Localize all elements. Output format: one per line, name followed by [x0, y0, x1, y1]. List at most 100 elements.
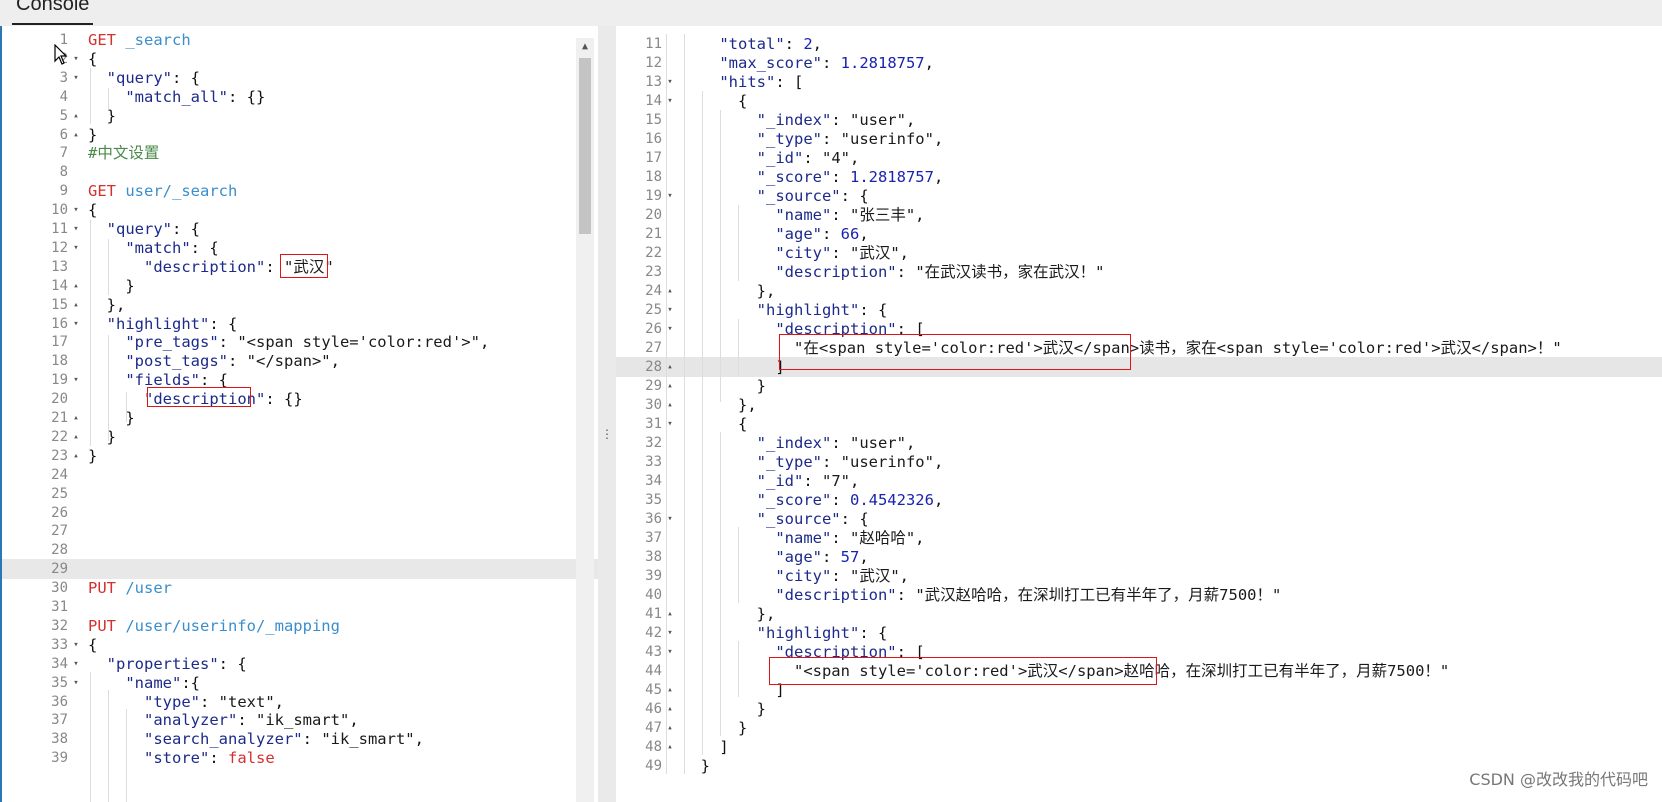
code-line[interactable]: 22 "city": "武汉",	[616, 243, 1662, 263]
code-line[interactable]: 8	[2, 162, 598, 182]
code-line[interactable]: 39 "store": false	[2, 748, 598, 768]
fold-open-icon[interactable]: ▾	[70, 370, 82, 390]
code-token: "_score"	[756, 168, 832, 186]
fold-close-icon[interactable]: ▴	[70, 106, 82, 126]
code-line[interactable]: 3 ▾ "query": {	[2, 68, 598, 88]
code-line[interactable]: 35 ▾ "name":{	[2, 673, 598, 693]
fold-open-icon[interactable]: ▾	[70, 654, 82, 674]
code-line[interactable]: 18 "_score": 1.2818757,	[616, 167, 1662, 187]
code-line[interactable]: 2 ▾{	[2, 49, 598, 69]
code-line[interactable]: 30 ▴ },	[616, 395, 1662, 415]
code-line[interactable]: 31	[2, 597, 598, 617]
fold-open-icon[interactable]: ▾	[70, 673, 82, 693]
code-line[interactable]: 4 "match_all": {}	[2, 87, 598, 107]
code-line[interactable]: 28 ▴ ]	[616, 357, 1662, 377]
fold-open-icon[interactable]: ▾	[70, 314, 82, 334]
code-line[interactable]: 19 ▾ "_source": {	[616, 186, 1662, 206]
code-line[interactable]: 32 PUT /user/userinfo/_mapping	[2, 616, 598, 636]
code-line[interactable]: 24 ▴ },	[616, 281, 1662, 301]
code-line[interactable]: 30 PUT /user	[2, 578, 598, 598]
code-line[interactable]: 40 "description": "武汉赵哈哈，在深圳打工已有半年了，月薪75…	[616, 585, 1662, 605]
code-line[interactable]: 39 "city": "武汉",	[616, 566, 1662, 586]
code-line[interactable]: 26	[2, 503, 598, 523]
request-editor-scrollbar[interactable]: ▲	[576, 38, 594, 802]
drag-handle-icon[interactable]: ⋮	[598, 424, 616, 444]
code-line[interactable]: 12 "max_score": 1.2818757,	[616, 53, 1662, 73]
code-text: PUT /user	[88, 578, 172, 598]
code-line[interactable]: 11 ▾ "query": {	[2, 219, 598, 239]
fold-open-icon[interactable]: ▾	[70, 68, 82, 88]
code-line[interactable]: 42 ▾ "highlight": {	[616, 623, 1662, 643]
code-line[interactable]: 14 ▾ {	[616, 91, 1662, 111]
code-line[interactable]: 6 ▴}	[2, 125, 598, 145]
code-line[interactable]: 13 ▾ "hits": [	[616, 72, 1662, 92]
code-line[interactable]: 21 ▴ }	[2, 408, 598, 428]
code-line[interactable]: 19 ▾ "fields": {	[2, 370, 598, 390]
code-line[interactable]: 17 "pre_tags": "<span style='color:red'>…	[2, 332, 598, 352]
code-line[interactable]: 47 ▴ }	[616, 718, 1662, 738]
code-line[interactable]: 25 ▾ "highlight": {	[616, 300, 1662, 320]
code-line[interactable]: 37 "name": "赵哈哈",	[616, 528, 1662, 548]
code-line[interactable]: 7 #中文设置	[2, 143, 598, 163]
code-line[interactable]: 10 ▾ {	[2, 200, 598, 220]
fold-close-icon[interactable]: ▴	[70, 427, 82, 447]
code-line[interactable]: 14 ▴ }	[2, 276, 598, 296]
code-line[interactable]: 18 "post_tags": "</span>",	[2, 351, 598, 371]
code-line[interactable]: 28	[2, 540, 598, 560]
code-line[interactable]: 37 "analyzer": "ik_smart",	[2, 710, 598, 730]
fold-close-icon[interactable]: ▴	[70, 276, 82, 296]
code-line[interactable]: 23 "description": "在武汉读书，家在武汉！"	[616, 262, 1662, 282]
fold-close-icon[interactable]: ▴	[70, 125, 82, 145]
fold-close-icon[interactable]: ▴	[70, 295, 82, 315]
code-line[interactable]: 34 ▾ "properties": {	[2, 654, 598, 674]
code-line[interactable]: 16 ▾ "highlight": {	[2, 314, 598, 334]
code-line[interactable]: 38 "age": 57,	[616, 547, 1662, 567]
fold-close-icon[interactable]: ▴	[70, 408, 82, 428]
fold-open-icon[interactable]: ▾	[70, 49, 82, 69]
scroll-up-arrow-icon[interactable]: ▲	[576, 38, 594, 56]
fold-open-icon[interactable]: ▾	[70, 635, 82, 655]
code-line[interactable]: 9 GET user/_search	[2, 181, 598, 201]
code-line[interactable]: 25	[2, 484, 598, 504]
code-line[interactable]: 46 ▴ }	[616, 699, 1662, 719]
code-line[interactable]: 36 ▾ "_source": {	[616, 509, 1662, 529]
line-number: 25	[51, 485, 68, 502]
code-line[interactable]: 15 ▴ },	[2, 295, 598, 315]
code-line[interactable]: 27 "在<span style='color:red'>武汉</span>读书…	[616, 338, 1662, 358]
code-line[interactable]: 22 ▴ }	[2, 427, 598, 447]
code-line[interactable]: 48 ▴ ]	[616, 737, 1662, 757]
scroll-thumb[interactable]	[579, 58, 591, 234]
code-line[interactable]: 15 "_index": "user",	[616, 110, 1662, 130]
code-line[interactable]: 24	[2, 465, 598, 485]
code-line[interactable]: 38 "search_analyzer": "ik_smart",	[2, 729, 598, 749]
fold-open-icon[interactable]: ▾	[70, 200, 82, 220]
code-line[interactable]: 16 "_type": "userinfo",	[616, 129, 1662, 149]
request-editor[interactable]: 1 GET _search 2 ▾{3 ▾ "query": {4 "match_all…	[2, 26, 598, 802]
code-line[interactable]: 33 "_type": "userinfo",	[616, 452, 1662, 472]
code-line[interactable]: 27	[2, 521, 598, 541]
code-line[interactable]: 1 GET _search	[2, 30, 598, 50]
code-line[interactable]: 29 ▴ }	[616, 376, 1662, 396]
code-line[interactable]: 20 "description": {}	[2, 389, 598, 409]
code-line[interactable]: 29	[2, 559, 598, 580]
code-line[interactable]: 32 "_index": "user",	[616, 433, 1662, 453]
code-line[interactable]: 33 ▾ {	[2, 635, 598, 655]
code-line[interactable]: 17 "_id": "4",	[616, 148, 1662, 168]
code-line[interactable]: 36 "type": "text",	[2, 692, 598, 712]
code-line[interactable]: 11 "total": 2,	[616, 34, 1662, 54]
code-line[interactable]: 21 "age": 66,	[616, 224, 1662, 244]
panel-divider[interactable]: ⋮	[598, 26, 616, 802]
code-line[interactable]: 34 "_id": "7",	[616, 471, 1662, 491]
code-line[interactable]: 20 "name": "张三丰",	[616, 205, 1662, 225]
code-line[interactable]: 23 ▴}	[2, 446, 598, 466]
fold-open-icon[interactable]: ▾	[70, 238, 82, 258]
code-line[interactable]: 35 "_score": 0.4542326,	[616, 490, 1662, 510]
code-line[interactable]: 31 ▾ {	[616, 414, 1662, 434]
tab-console[interactable]: Console	[12, 0, 94, 25]
fold-close-icon[interactable]: ▴	[70, 446, 82, 466]
code-line[interactable]: 41 ▴ },	[616, 604, 1662, 624]
code-line[interactable]: 26 ▾ "description": [	[616, 319, 1662, 339]
code-text: "type": "text",	[88, 692, 284, 712]
code-line[interactable]: 5 ▴ }	[2, 106, 598, 126]
fold-open-icon[interactable]: ▾	[70, 219, 82, 239]
